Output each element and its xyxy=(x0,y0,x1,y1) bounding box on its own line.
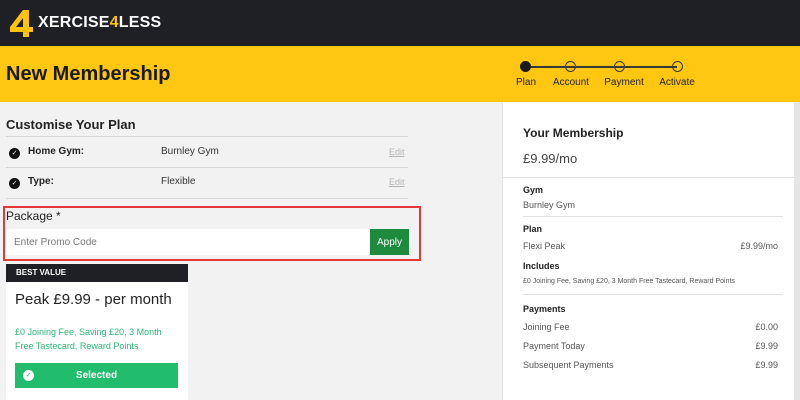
selected-button[interactable]: ✓ Selected xyxy=(15,363,178,388)
divider xyxy=(6,167,408,168)
step-label-plan: Plan xyxy=(515,77,537,88)
includes-heading: Includes xyxy=(523,261,560,271)
edit-type-link[interactable]: Edit xyxy=(389,177,405,187)
package-title: Peak £9.99 - per month xyxy=(15,291,172,308)
subsequent-payments-label: Subsequent Payments xyxy=(523,360,614,370)
check-circle-icon: ✓ xyxy=(23,370,34,381)
step-label-activate: Activate xyxy=(659,77,695,88)
step-dot-plan xyxy=(520,61,531,72)
plan-heading: Plan xyxy=(523,224,543,234)
membership-summary-panel: Your Membership £9.99/mo Gym Burnley Gym… xyxy=(502,102,795,400)
customise-title: Customise Your Plan xyxy=(6,117,136,132)
logo-four-icon xyxy=(10,10,33,37)
home-gym-value: Burnley Gym xyxy=(161,146,219,157)
selected-label: Selected xyxy=(75,370,118,381)
brand-logo[interactable]: XERCISE4LESS xyxy=(6,6,161,40)
check-circle-icon: ✓ xyxy=(9,148,20,159)
home-gym-label: Home Gym: xyxy=(28,146,85,157)
top-navigation-bar: XERCISE4LESS xyxy=(0,0,800,46)
includes-text: £0 Joining Fee, Saving £20, 3 Month Free… xyxy=(523,278,735,285)
step-dot-account xyxy=(565,61,576,72)
divider xyxy=(6,136,408,137)
highlight-box xyxy=(3,206,421,261)
step-connector xyxy=(625,66,677,68)
payment-today-label: Payment Today xyxy=(523,341,585,351)
package-description: £0 Joining Fee, Saving £20, 3 Month Free… xyxy=(15,327,162,351)
page-header: New Membership Plan Account Payment Acti… xyxy=(0,46,800,102)
type-value: Flexible xyxy=(161,176,196,187)
plan-name: Flexi Peak xyxy=(523,241,566,251)
divider xyxy=(503,177,795,178)
divider xyxy=(523,216,783,217)
gym-heading: Gym xyxy=(523,185,544,195)
page-title: New Membership xyxy=(6,63,171,85)
check-circle-icon: ✓ xyxy=(9,178,20,189)
joining-fee-label: Joining Fee xyxy=(523,322,570,332)
logo-text: XERCISE4LESS xyxy=(38,14,162,31)
plan-price: £9.99/mo xyxy=(740,241,778,251)
type-label: Type: xyxy=(28,176,54,187)
payments-heading: Payments xyxy=(523,304,566,314)
step-label-payment: Payment xyxy=(604,77,644,88)
divider xyxy=(6,198,408,199)
best-value-badge: BEST VALUE xyxy=(6,264,188,282)
subsequent-payments-amount: £9.99 xyxy=(755,360,778,370)
summary-price: £9.99/mo xyxy=(523,151,578,166)
progress-stepper: Plan Account Payment Activate xyxy=(510,46,710,102)
step-dot-activate xyxy=(672,61,683,72)
package-card-peak[interactable]: BEST VALUE Peak £9.99 - per month £0 Joi… xyxy=(6,264,188,400)
step-dot-payment xyxy=(614,61,625,72)
plan-form-panel: Customise Your Plan ✓ Home Gym: Burnley … xyxy=(0,102,502,400)
step-label-account: Account xyxy=(552,77,590,88)
summary-title: Your Membership xyxy=(523,126,624,140)
edit-home-gym-link[interactable]: Edit xyxy=(389,147,405,157)
joining-fee-amount: £0.00 xyxy=(755,322,778,332)
gym-value: Burnley Gym xyxy=(523,200,576,210)
divider xyxy=(523,294,783,295)
scrollbar-track[interactable] xyxy=(794,102,800,400)
payment-today-amount: £9.99 xyxy=(755,341,778,351)
